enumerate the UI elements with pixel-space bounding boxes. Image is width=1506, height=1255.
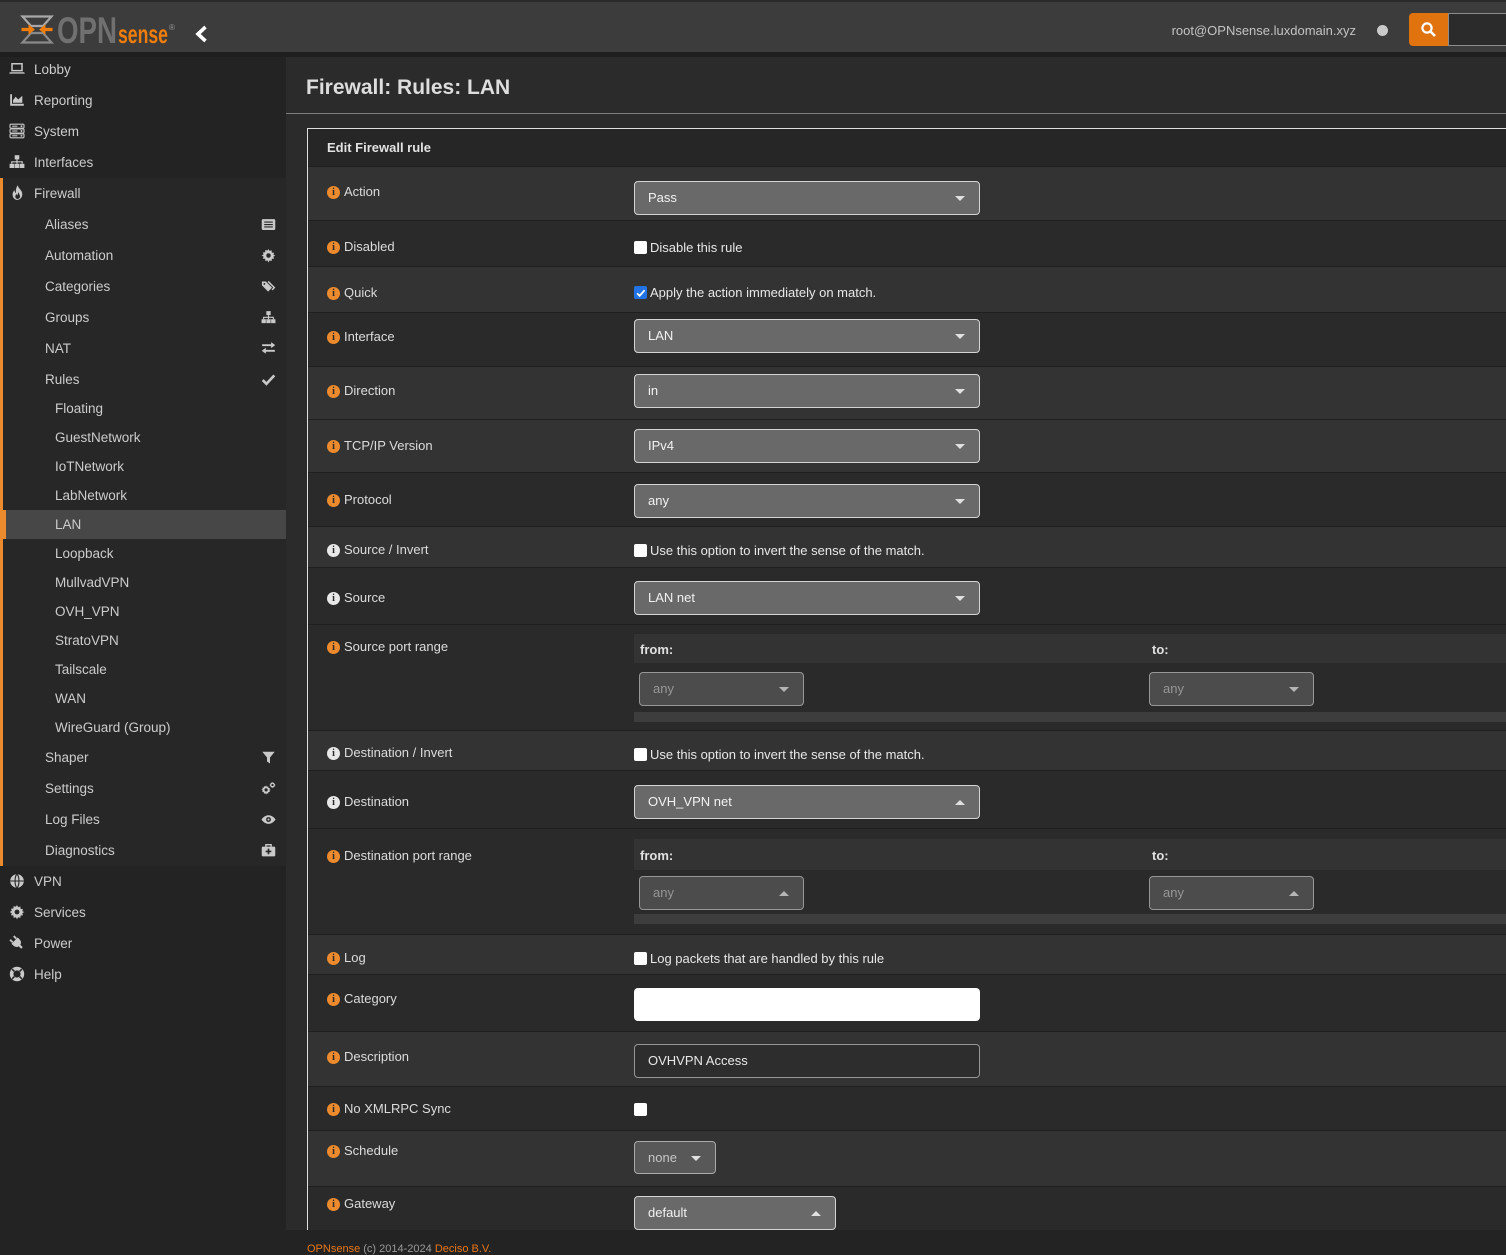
svg-text:®: ®	[169, 23, 175, 32]
svg-text:sense: sense	[118, 19, 168, 49]
svg-text:OPN: OPN	[57, 10, 117, 51]
